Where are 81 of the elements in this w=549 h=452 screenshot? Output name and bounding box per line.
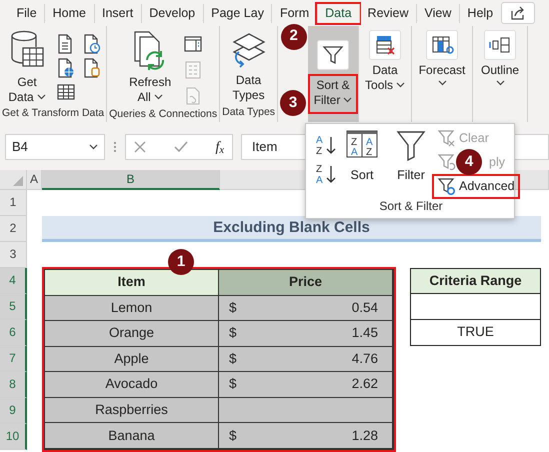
advanced-filter-icon	[437, 177, 456, 196]
column-heading: Criteria Range	[411, 269, 540, 294]
check-icon[interactable]	[174, 141, 188, 153]
cell-reference: B4	[12, 138, 28, 156]
clock-document-icon[interactable]	[83, 34, 102, 54]
sheet-title: Excluding Blank Cells	[42, 216, 541, 242]
outline-icon	[484, 30, 516, 60]
column-heading: Price	[219, 270, 393, 296]
reapply-filter-icon	[437, 153, 456, 172]
data-tools-button[interactable]: Data Tools	[361, 30, 410, 122]
menu-tab[interactable]: Data	[316, 4, 360, 22]
name-box[interactable]: B4	[5, 134, 105, 160]
group-label: Sort & Filter	[378, 198, 444, 215]
price-value: 1.28	[352, 426, 378, 445]
row-header[interactable]: 9	[0, 398, 27, 424]
row-header[interactable]: 1	[0, 190, 27, 216]
table-cell: Avocado	[45, 372, 219, 398]
table-cell: Apple	[45, 346, 219, 372]
table-icon[interactable]	[57, 84, 76, 100]
filter-button[interactable]: Filter	[394, 128, 428, 197]
menu-tab[interactable]: Develop	[140, 4, 203, 22]
menu-tab[interactable]: Insert	[94, 4, 141, 22]
filter-action-button[interactable]: Advanced	[434, 176, 518, 197]
price-value: 2.62	[352, 375, 378, 394]
column-heading: Item	[45, 270, 219, 296]
menu-tab[interactable]: Review	[359, 4, 416, 22]
row-header[interactable]: 3	[0, 242, 27, 268]
forecast-button[interactable]: Forecast	[414, 30, 470, 122]
price-value: 0.54	[352, 298, 378, 317]
menu-tab[interactable]: Home	[44, 4, 94, 22]
group-label: Queries & Connections	[109, 107, 218, 122]
insert-function-button[interactable]: f$_{x}$	[215, 136, 224, 158]
row-header[interactable]: 8	[0, 372, 27, 398]
sort-button[interactable]: Z A A Z Sort	[342, 128, 382, 197]
column-header[interactable]: B	[42, 170, 220, 190]
clear-filter-icon	[437, 129, 456, 148]
table-cell: Banana	[45, 423, 219, 449]
menu-tab[interactable]: View	[416, 4, 459, 22]
outline-button[interactable]: Outline	[475, 30, 526, 122]
currency-symbol: $	[229, 426, 237, 445]
data-types-button[interactable]: Data Types	[226, 30, 271, 104]
cancel-icon[interactable]	[134, 141, 146, 153]
panel-icon[interactable]	[184, 36, 202, 52]
table-cell-text: TRUE	[456, 323, 495, 342]
number-badge: 2	[280, 24, 307, 50]
price-value: 4.76	[352, 350, 378, 368]
grip-icon	[113, 140, 117, 154]
number-badge: 3	[280, 90, 306, 116]
row-header[interactable]: 5	[0, 294, 27, 320]
menu-tab[interactable]: File	[9, 4, 44, 22]
sort-filter-button[interactable]: Sort & Filter	[310, 76, 356, 112]
globe-document-icon[interactable]	[57, 58, 76, 78]
column-header[interactable]: A	[27, 170, 42, 190]
group-label: Get & Transform Data	[2, 106, 104, 121]
filter-icon	[396, 130, 426, 162]
refresh-button[interactable]: Refresh All	[122, 30, 178, 106]
data-tools-icon	[369, 30, 402, 60]
share-icon	[510, 6, 526, 20]
group-label: Data Types	[222, 105, 276, 120]
row-header[interactable]: 2	[0, 216, 27, 242]
row-header[interactable]: 10	[0, 424, 27, 450]
menu-tab[interactable]: Page Lay	[202, 4, 272, 22]
currency-symbol: $	[229, 350, 237, 368]
database-document-icon[interactable]	[83, 58, 102, 78]
share-button[interactable]	[501, 2, 535, 24]
menu-tab[interactable]: Form	[271, 4, 317, 22]
currency-symbol: $	[229, 324, 237, 342]
row-header[interactable]: 7	[0, 346, 27, 372]
table-cell: Raspberries	[45, 398, 219, 424]
currency-symbol: $	[229, 375, 237, 394]
table-cell: Lemon	[45, 296, 219, 322]
filter-icon[interactable]	[317, 40, 350, 70]
currency-symbol: $	[229, 298, 237, 317]
sort-icon: Z A A Z	[346, 130, 378, 158]
forecast-icon	[426, 30, 458, 60]
get-data-button[interactable]: Get Data	[3, 30, 52, 105]
caret-icon	[89, 144, 98, 150]
price-value: 1.45	[352, 324, 378, 342]
row-header[interactable]: 4	[0, 268, 27, 294]
row-header[interactable]: 6	[0, 320, 27, 346]
table-cell: Orange	[45, 321, 219, 347]
